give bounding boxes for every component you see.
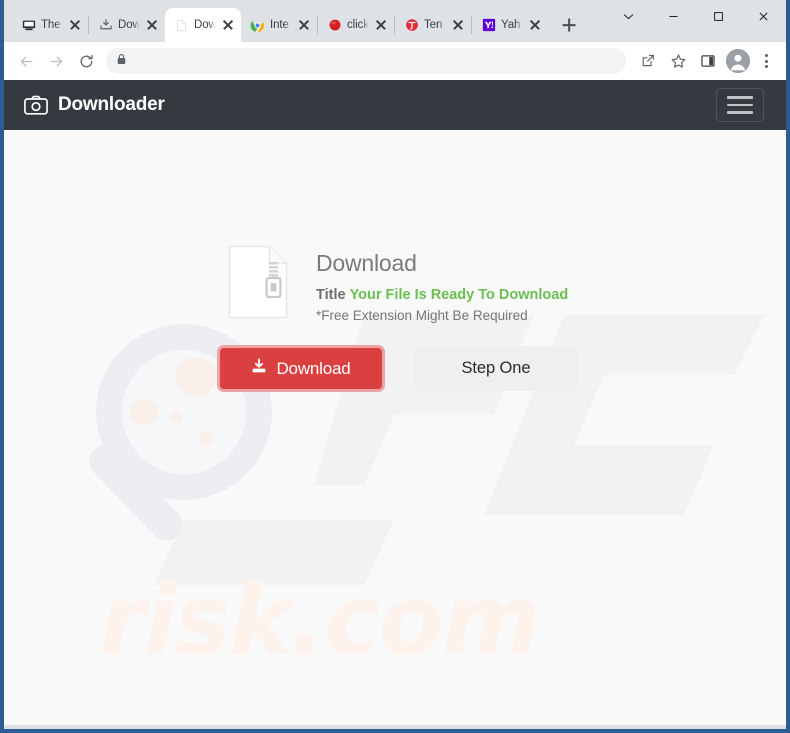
domain-watermark: risk.com: [99, 566, 541, 676]
tab-title: Inte: [270, 19, 289, 31]
tab-title: click: [347, 19, 369, 31]
browser-tab-0[interactable]: The: [12, 8, 88, 42]
zip-file-icon: [228, 245, 288, 319]
share-icon[interactable]: [634, 47, 662, 75]
domain-watermark-text: risk.com: [99, 566, 539, 676]
side-panel-icon[interactable]: [694, 47, 722, 75]
page-viewport: Downloader risk.com Download Title Your …: [4, 80, 786, 725]
window-controls: [606, 0, 786, 33]
reload-icon[interactable]: [72, 47, 100, 75]
step-one-button[interactable]: Step One: [414, 346, 578, 392]
tab-close-button[interactable]: [374, 18, 388, 32]
browser-tab-1[interactable]: Dow: [89, 8, 165, 42]
tab-close-button[interactable]: [68, 18, 82, 32]
title-value: Your File Is Ready To Download: [349, 287, 569, 304]
red-sphere-icon: [327, 18, 342, 33]
browser-tab-2-active[interactable]: Dow: [165, 8, 241, 42]
download-title-line: Title Your File Is Ready To Download: [316, 286, 568, 304]
tab-close-button[interactable]: [221, 18, 235, 32]
site-header: Downloader: [4, 80, 786, 130]
hamburger-bar: [727, 96, 753, 99]
profile-avatar[interactable]: [726, 49, 750, 73]
brand: Downloader: [24, 94, 165, 116]
forward-arrow-icon[interactable]: [42, 47, 70, 75]
download-texts: Download Title Your File Is Ready To Dow…: [316, 245, 568, 323]
tab-title: Ten: [424, 19, 443, 31]
hamburger-bar: [727, 111, 753, 114]
three-dot-menu-icon[interactable]: [754, 47, 778, 75]
chrome-icon: [250, 18, 265, 33]
download-icon: [251, 358, 267, 379]
browser-window: The Dow Dow Inte click Ten Yah Downloade…: [0, 0, 790, 733]
tab-title: Dow: [194, 19, 216, 31]
yahoo-icon: [481, 18, 496, 33]
browser-tab-5[interactable]: Ten: [395, 8, 471, 42]
brand-title: Downloader: [58, 94, 165, 115]
hamburger-bar: [727, 103, 753, 107]
tab-close-button[interactable]: [145, 18, 159, 32]
download-tray-icon: [98, 18, 113, 33]
close-button[interactable]: [741, 0, 786, 33]
download-heading: Download: [316, 250, 417, 276]
star-icon[interactable]: [664, 47, 692, 75]
back-arrow-icon[interactable]: [12, 47, 40, 75]
red-t-icon: [404, 18, 419, 33]
browser-tab-4[interactable]: click: [318, 8, 394, 42]
maximize-button[interactable]: [696, 0, 741, 33]
computer-icon: [21, 18, 36, 33]
tab-close-button[interactable]: [451, 18, 465, 32]
minimize-button[interactable]: [651, 0, 696, 33]
tab-title: Dow: [118, 19, 140, 31]
address-bar[interactable]: [106, 48, 626, 74]
download-note: *Free Extension Might Be Required: [316, 308, 528, 324]
new-tab-button[interactable]: [555, 11, 583, 39]
hamburger-menu-button[interactable]: [716, 88, 764, 122]
tab-strip: The Dow Dow Inte click Ten Yah: [4, 0, 786, 42]
download-button[interactable]: Download: [217, 345, 385, 393]
title-label: Title: [316, 287, 346, 304]
blank-page-icon: [174, 18, 189, 33]
tab-close-button[interactable]: [297, 18, 311, 32]
browser-tab-3[interactable]: Inte: [241, 8, 317, 42]
tab-title: The: [41, 19, 61, 31]
button-row: Download Step One: [4, 345, 786, 393]
tab-close-button[interactable]: [528, 18, 542, 32]
tab-title: Yah: [501, 19, 521, 31]
browser-tab-6[interactable]: Yah: [472, 8, 548, 42]
download-content: Download Title Your File Is Ready To Dow…: [4, 130, 786, 393]
tab-search-chevron-icon[interactable]: [606, 0, 651, 33]
camera-icon: [24, 95, 48, 115]
step-one-label: Step One: [461, 359, 531, 378]
lock-icon: [116, 52, 127, 70]
download-card: Download Title Your File Is Ready To Dow…: [4, 245, 786, 323]
download-button-label: Download: [276, 358, 351, 378]
browser-toolbar: [4, 42, 786, 80]
